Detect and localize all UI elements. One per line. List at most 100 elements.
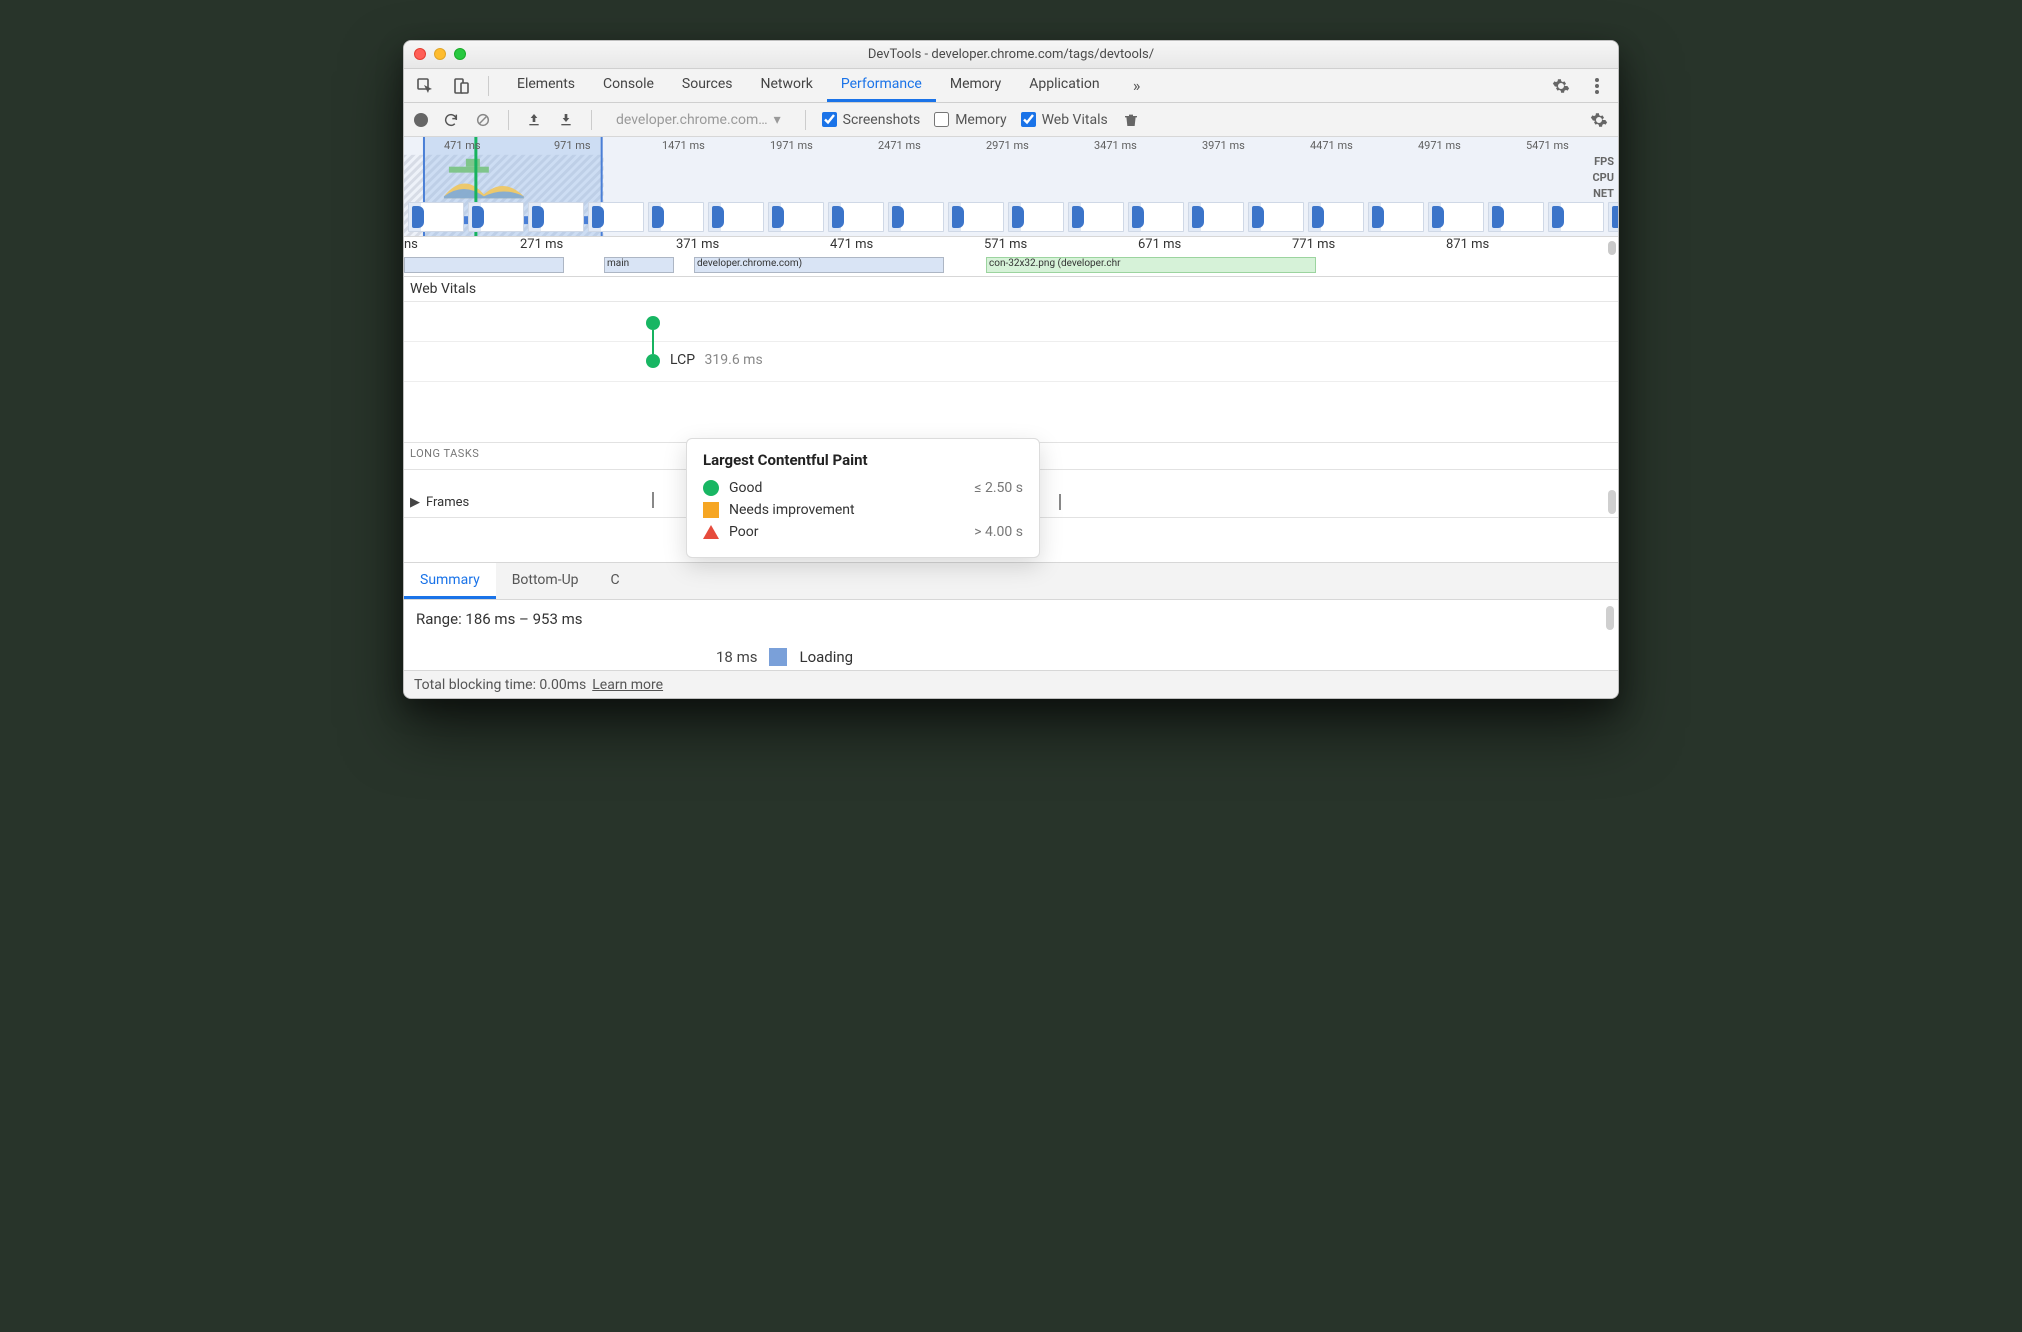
filmstrip-thumb[interactable] bbox=[1248, 202, 1304, 232]
frame-tick-mark bbox=[652, 492, 654, 508]
web-vitals-checkbox[interactable]: Web Vitals bbox=[1021, 112, 1108, 128]
clear-icon[interactable] bbox=[474, 111, 492, 129]
overview-tick: 2471 ms bbox=[878, 139, 921, 152]
screenshots-checkbox-input[interactable] bbox=[822, 112, 837, 127]
overview-tick: 3971 ms bbox=[1202, 139, 1245, 152]
tab-performance[interactable]: Performance bbox=[827, 69, 936, 102]
flame-scroll-thumb[interactable] bbox=[1608, 241, 1616, 255]
filmstrip-thumb[interactable] bbox=[828, 202, 884, 232]
tooltip-row-poor: Poor > 4.00 s bbox=[703, 521, 1023, 543]
lcp-label: LCP 319.6 ms bbox=[670, 352, 763, 368]
tooltip-row-good: Good ≤ 2.50 s bbox=[703, 477, 1023, 499]
memory-checkbox-input[interactable] bbox=[934, 112, 949, 127]
memory-checkbox-label: Memory bbox=[955, 112, 1006, 128]
filmstrip-thumb[interactable] bbox=[1368, 202, 1424, 232]
learn-more-link[interactable]: Learn more bbox=[592, 677, 663, 693]
tooltip-good-value: ≤ 2.50 s bbox=[974, 480, 1023, 496]
filmstrip-thumb[interactable] bbox=[1488, 202, 1544, 232]
tab-network[interactable]: Network bbox=[747, 69, 827, 102]
tab-truncated[interactable]: C bbox=[595, 563, 636, 599]
network-bar-main[interactable]: main bbox=[604, 257, 674, 273]
screenshots-checkbox[interactable]: Screenshots bbox=[822, 112, 921, 128]
overview-tick: 4971 ms bbox=[1418, 139, 1461, 152]
network-bar-png[interactable]: con-32x32.png (developer.chr bbox=[986, 257, 1316, 273]
tab-memory[interactable]: Memory bbox=[936, 69, 1015, 102]
tab-application[interactable]: Application bbox=[1015, 69, 1113, 102]
filmstrip-thumb[interactable] bbox=[708, 202, 764, 232]
profile-dropdown[interactable]: developer.chrome.com… ▾ bbox=[608, 110, 789, 130]
tab-console[interactable]: Console bbox=[589, 69, 668, 102]
tooltip-row-needs: Needs improvement bbox=[703, 499, 1023, 521]
flamechart-ruler[interactable]: ns 271 ms 371 ms 471 ms 571 ms 671 ms 77… bbox=[404, 237, 1618, 277]
filmstrip-thumb[interactable] bbox=[408, 202, 464, 232]
filmstrip-thumb[interactable] bbox=[1428, 202, 1484, 232]
save-profile-icon[interactable] bbox=[557, 111, 575, 129]
title-bar: DevTools - developer.chrome.com/tags/dev… bbox=[404, 41, 1618, 69]
overview-ruler[interactable]: FPS CPU NET 471 ms 971 ms 1471 ms 1971 m… bbox=[404, 137, 1618, 237]
flame-tick: ns bbox=[404, 237, 418, 252]
lcp-tooltip: Largest Contentful Paint Good ≤ 2.50 s N… bbox=[686, 438, 1040, 558]
filmstrip-thumb[interactable] bbox=[888, 202, 944, 232]
panel-tabstrip: Elements Console Sources Network Perform… bbox=[404, 69, 1618, 103]
summary-tabstrip: Summary Bottom-Up C bbox=[404, 562, 1618, 600]
overview-tick: 3471 ms bbox=[1094, 139, 1137, 152]
capture-settings-gear-icon[interactable] bbox=[1590, 111, 1608, 129]
flame-tick: 771 ms bbox=[1292, 237, 1335, 252]
lcp-name: LCP bbox=[670, 352, 695, 368]
performance-toolbar: developer.chrome.com… ▾ Screenshots Memo… bbox=[404, 103, 1618, 137]
flame-tick: 471 ms bbox=[830, 237, 873, 252]
lcp-dot-icon bbox=[646, 354, 660, 368]
filmstrip-thumb[interactable] bbox=[528, 202, 584, 232]
summary-scroll-thumb[interactable] bbox=[1606, 606, 1614, 630]
kebab-menu-icon[interactable] bbox=[1584, 73, 1610, 99]
profile-dropdown-label: developer.chrome.com… bbox=[616, 112, 768, 128]
filmstrip-thumb[interactable] bbox=[468, 202, 524, 232]
screenshot-filmstrip[interactable] bbox=[404, 202, 1618, 236]
filmstrip-thumb[interactable] bbox=[1608, 202, 1618, 232]
needs-swatch-icon bbox=[703, 502, 719, 518]
settings-gear-icon[interactable] bbox=[1548, 73, 1574, 99]
filmstrip-thumb[interactable] bbox=[1548, 202, 1604, 232]
filmstrip-thumb[interactable] bbox=[1008, 202, 1064, 232]
flame-tick: 271 ms bbox=[520, 237, 563, 252]
gc-trash-icon[interactable] bbox=[1122, 111, 1140, 129]
load-profile-icon[interactable] bbox=[525, 111, 543, 129]
flame-tick: 671 ms bbox=[1138, 237, 1181, 252]
filmstrip-thumb[interactable] bbox=[948, 202, 1004, 232]
good-swatch-icon bbox=[703, 480, 719, 496]
web-vitals-checkbox-input[interactable] bbox=[1021, 112, 1036, 127]
toolbar-sep-3 bbox=[805, 110, 806, 130]
inspect-element-icon[interactable] bbox=[412, 73, 438, 99]
overview-tick: 5471 ms bbox=[1526, 139, 1569, 152]
web-vitals-area[interactable]: LCP 319.6 ms Largest Contentful Paint Go… bbox=[404, 302, 1618, 562]
tab-elements[interactable]: Elements bbox=[503, 69, 589, 102]
network-bar-dev[interactable]: developer.chrome.com) bbox=[694, 257, 944, 273]
poor-swatch-icon bbox=[703, 525, 719, 539]
filmstrip-thumb[interactable] bbox=[1068, 202, 1124, 232]
network-bar[interactable] bbox=[404, 257, 564, 273]
overview-tick: 2971 ms bbox=[986, 139, 1029, 152]
filmstrip-thumb[interactable] bbox=[768, 202, 824, 232]
wv-scroll-thumb[interactable] bbox=[1608, 490, 1616, 514]
wv-row-lcp: LCP 319.6 ms bbox=[404, 342, 1618, 382]
maximize-window-button[interactable] bbox=[454, 48, 466, 60]
filmstrip-thumb[interactable] bbox=[1128, 202, 1184, 232]
reload-record-icon[interactable] bbox=[442, 111, 460, 129]
filmstrip-thumb[interactable] bbox=[1188, 202, 1244, 232]
filmstrip-thumb[interactable] bbox=[1308, 202, 1364, 232]
device-toolbar-icon[interactable] bbox=[448, 73, 474, 99]
minimize-window-button[interactable] bbox=[434, 48, 446, 60]
screenshots-checkbox-label: Screenshots bbox=[843, 112, 921, 128]
filmstrip-thumb[interactable] bbox=[648, 202, 704, 232]
tab-sources[interactable]: Sources bbox=[668, 69, 747, 102]
lane-fps: FPS bbox=[1592, 155, 1614, 168]
dropdown-caret-icon: ▾ bbox=[774, 112, 781, 128]
toolbar-sep-1 bbox=[508, 110, 509, 130]
overflow-tabs-icon[interactable]: » bbox=[1124, 73, 1150, 99]
tab-bottom-up[interactable]: Bottom-Up bbox=[496, 563, 595, 599]
memory-checkbox[interactable]: Memory bbox=[934, 112, 1006, 128]
filmstrip-thumb[interactable] bbox=[588, 202, 644, 232]
tab-summary[interactable]: Summary bbox=[404, 563, 496, 599]
close-window-button[interactable] bbox=[414, 48, 426, 60]
record-button[interactable] bbox=[414, 113, 428, 127]
